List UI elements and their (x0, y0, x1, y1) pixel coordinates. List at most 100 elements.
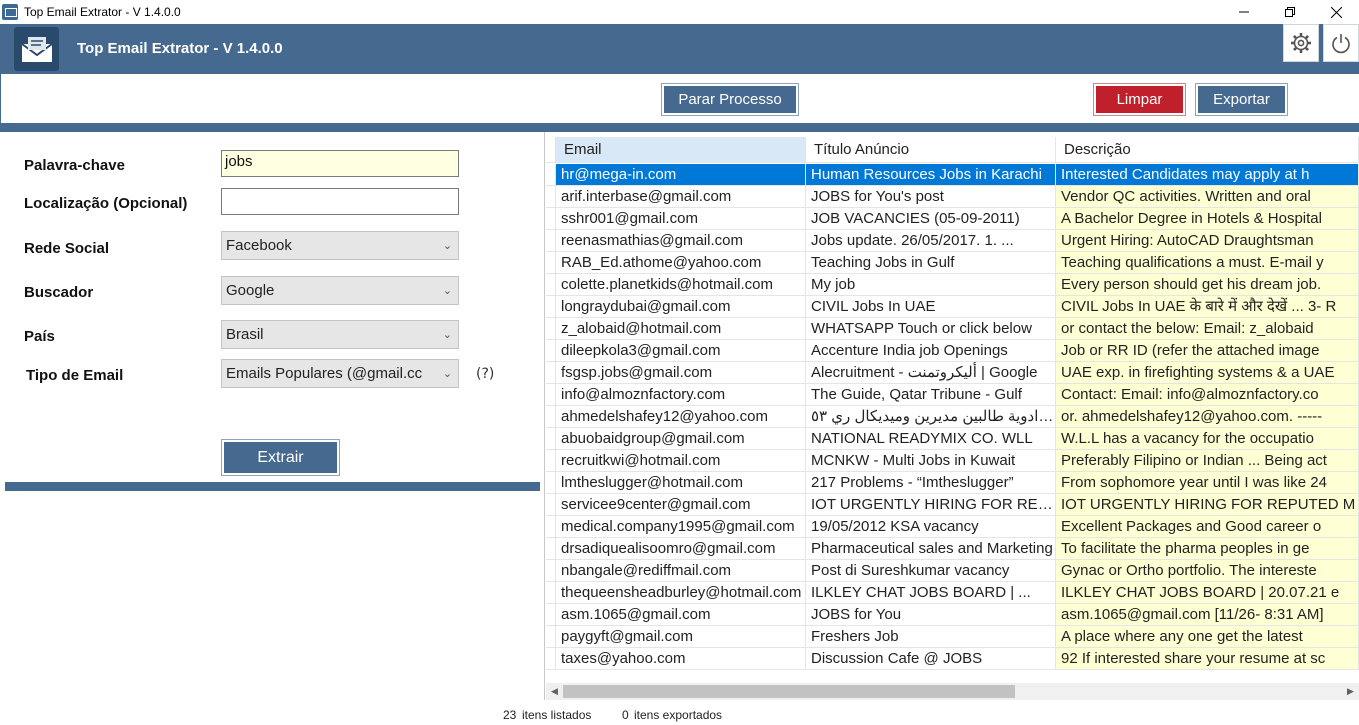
table-row[interactable]: nbangale@rediffmail.com Post di Sureshkum… (546, 560, 1359, 582)
cell-title[interactable]: The Guide, Qatar Tribune - Gulf (806, 384, 1056, 406)
cell-description[interactable]: Job or RR ID (refer the attached image (1056, 340, 1359, 362)
maximize-button[interactable] (1267, 0, 1313, 24)
column-header-description[interactable]: Descrição (1056, 137, 1359, 163)
cell-description[interactable]: asm.1065@gmail.com [11/26- 8:31 AM] (1056, 604, 1359, 626)
cell-email[interactable]: longraydubai@gmail.com (556, 296, 806, 318)
scrollbar-thumb[interactable] (563, 685, 1015, 698)
cell-description[interactable]: CIVIL Jobs In UAE के बारे में और देखें .… (1056, 296, 1359, 318)
cell-email[interactable]: sshr001@gmail.com (556, 208, 806, 230)
row-header[interactable] (546, 296, 556, 318)
cell-email[interactable]: arif.interbase@gmail.com (556, 186, 806, 208)
table-row[interactable]: RAB_Ed.athome@yahoo.com Teaching Jobs in … (546, 252, 1359, 274)
scroll-left-icon[interactable]: ◀ (546, 683, 563, 700)
cell-email[interactable]: asm.1065@gmail.com (556, 604, 806, 626)
country-select[interactable]: Brasil ⌄ (221, 320, 459, 349)
cell-description[interactable]: Teaching qualifications a must. E-mail y (1056, 252, 1359, 274)
cell-title[interactable]: ILKLEY CHAT JOBS BOARD | ... (806, 582, 1056, 604)
cell-description[interactable]: Excellent Packages and Good career o (1056, 516, 1359, 538)
table-row[interactable]: reenasmathias@gmail.com Jobs update. 26/0… (546, 230, 1359, 252)
cell-email[interactable]: paygyft@gmail.com (556, 626, 806, 648)
cell-email[interactable]: reenasmathias@gmail.com (556, 230, 806, 252)
row-header[interactable] (546, 318, 556, 340)
cell-title[interactable]: Discussion Cafe @ JOBS (806, 648, 1056, 670)
column-header-title[interactable]: Título Anúncio (806, 137, 1056, 163)
cell-email[interactable]: hr@mega-in.com (556, 164, 806, 186)
cell-email[interactable]: abuobaidgroup@gmail.com (556, 428, 806, 450)
cell-description[interactable]: Preferably Filipino or Indian ... Being … (1056, 450, 1359, 472)
row-header[interactable] (546, 604, 556, 626)
cell-description[interactable]: IOT URGENTLY HIRING FOR REPUTED M (1056, 494, 1359, 516)
cell-title[interactable]: Accenture India job Openings (806, 340, 1056, 362)
cell-title[interactable]: IOT URGENTLY HIRING FOR REPUTED (806, 494, 1056, 516)
table-row[interactable]: asm.1065@gmail.com JOBS for You asm.1065@g… (546, 604, 1359, 626)
clear-button[interactable]: Limpar (1093, 83, 1186, 116)
table-row[interactable]: paygyft@gmail.com Freshers Job A place whe… (546, 626, 1359, 648)
row-header[interactable] (546, 538, 556, 560)
help-icon[interactable]: (?) (476, 366, 494, 382)
keyword-input[interactable]: jobs (221, 150, 459, 177)
cell-title[interactable]: 217 Problems - “Imtheslugger” (806, 472, 1056, 494)
table-row[interactable]: taxes@yahoo.com Discussion Cafe @ JOBS 92 … (546, 648, 1359, 670)
row-header[interactable] (546, 494, 556, 516)
table-row[interactable]: drsadiquealisoomro@gmail.com Pharmaceutic… (546, 538, 1359, 560)
power-button[interactable] (1323, 24, 1359, 62)
row-header[interactable] (546, 648, 556, 670)
row-header[interactable] (546, 186, 556, 208)
table-row[interactable]: servicee9center@gmail.com IOT URGENTLY HI… (546, 494, 1359, 516)
row-header[interactable] (546, 560, 556, 582)
row-header[interactable] (546, 340, 556, 362)
table-row[interactable]: hr@mega-in.com Human Resources Jobs in Ka… (546, 164, 1359, 186)
row-header[interactable] (546, 516, 556, 538)
email-type-select[interactable]: Emails Populares (@gmail.cc ⌄ (221, 359, 459, 388)
cell-description[interactable]: UAE exp. in firefighting systems & a UAE (1056, 362, 1359, 384)
cell-description[interactable]: From sophomore year until I was like 24 (1056, 472, 1359, 494)
cell-description[interactable]: Gynac or Ortho portfolio. The intereste (1056, 560, 1359, 582)
cell-title[interactable]: Alecruitment - أليكروتمنت | Google (806, 362, 1056, 384)
table-row[interactable]: arif.interbase@gmail.com JOBS for You's p… (546, 186, 1359, 208)
cell-email[interactable]: RAB_Ed.athome@yahoo.com (556, 252, 806, 274)
cell-title[interactable]: WHATSAPP Touch or click below (806, 318, 1056, 340)
location-input[interactable] (221, 188, 459, 215)
cell-email[interactable]: lmtheslugger@hotmail.com (556, 472, 806, 494)
cell-title[interactable]: Post di Sureshkumar vacancy (806, 560, 1056, 582)
cell-email[interactable]: taxes@yahoo.com (556, 648, 806, 670)
cell-title[interactable]: 19/05/2012 KSA vacancy (806, 516, 1056, 538)
cell-description[interactable]: 92 If interested share your resume at sc (1056, 648, 1359, 670)
cell-description[interactable]: or contact the below: Email: z_alobaid (1056, 318, 1359, 340)
cell-title[interactable]: JOB VACANCIES (05-09-2011) (806, 208, 1056, 230)
cell-description[interactable]: A Bachelor Degree in Hotels & Hospital (1056, 208, 1359, 230)
table-row[interactable]: longraydubai@gmail.com CIVIL Jobs In UAE C… (546, 296, 1359, 318)
cell-description[interactable]: Contact: Email: info@almoznfactory.co (1056, 384, 1359, 406)
table-row[interactable]: abuobaidgroup@gmail.com NATIONAL READYMIX… (546, 428, 1359, 450)
cell-email[interactable]: z_alobaid@hotmail.com (556, 318, 806, 340)
table-row[interactable]: colette.planetkids@hotmail.com My job Ever… (546, 274, 1359, 296)
table-row[interactable]: fsgsp.jobs@gmail.com Alecruitment - أليكر… (546, 362, 1359, 384)
cell-email[interactable]: medical.company1995@gmail.com (556, 516, 806, 538)
row-header[interactable] (546, 164, 556, 186)
cell-email[interactable]: dileepkola3@gmail.com (556, 340, 806, 362)
cell-email[interactable]: thequeensheadburley@hotmail.com (556, 582, 806, 604)
cell-email[interactable]: servicee9center@gmail.com (556, 494, 806, 516)
cell-description[interactable]: To facilitate the pharma peoples in ge (1056, 538, 1359, 560)
export-button[interactable]: Exportar (1195, 83, 1288, 116)
cell-title[interactable]: شركة ادوية طالبين مديرين وميديكال ري ٥٣ (806, 406, 1056, 428)
row-header[interactable] (546, 626, 556, 648)
row-header[interactable] (546, 406, 556, 428)
minimize-button[interactable] (1221, 0, 1267, 24)
table-row[interactable]: thequeensheadburley@hotmail.com ILKLEY CH… (546, 582, 1359, 604)
cell-title[interactable]: My job (806, 274, 1056, 296)
row-header[interactable] (546, 274, 556, 296)
table-row[interactable]: dileepkola3@gmail.com Accenture India job… (546, 340, 1359, 362)
row-header[interactable] (546, 384, 556, 406)
row-header[interactable] (546, 450, 556, 472)
table-row[interactable]: sshr001@gmail.com JOB VACANCIES (05-09-20… (546, 208, 1359, 230)
cell-description[interactable]: A place where any one get the latest (1056, 626, 1359, 648)
cell-email[interactable]: drsadiquealisoomro@gmail.com (556, 538, 806, 560)
cell-title[interactable]: Jobs update. 26/05/2017. 1. ... (806, 230, 1056, 252)
cell-title[interactable]: CIVIL Jobs In UAE (806, 296, 1056, 318)
cell-description[interactable]: or. ahmedelshafey12@yahoo.com. ----- (1056, 406, 1359, 428)
cell-email[interactable]: colette.planetkids@hotmail.com (556, 274, 806, 296)
cell-description[interactable]: Vendor QC activities. Written and oral (1056, 186, 1359, 208)
row-header[interactable] (546, 428, 556, 450)
cell-title[interactable]: Teaching Jobs in Gulf (806, 252, 1056, 274)
